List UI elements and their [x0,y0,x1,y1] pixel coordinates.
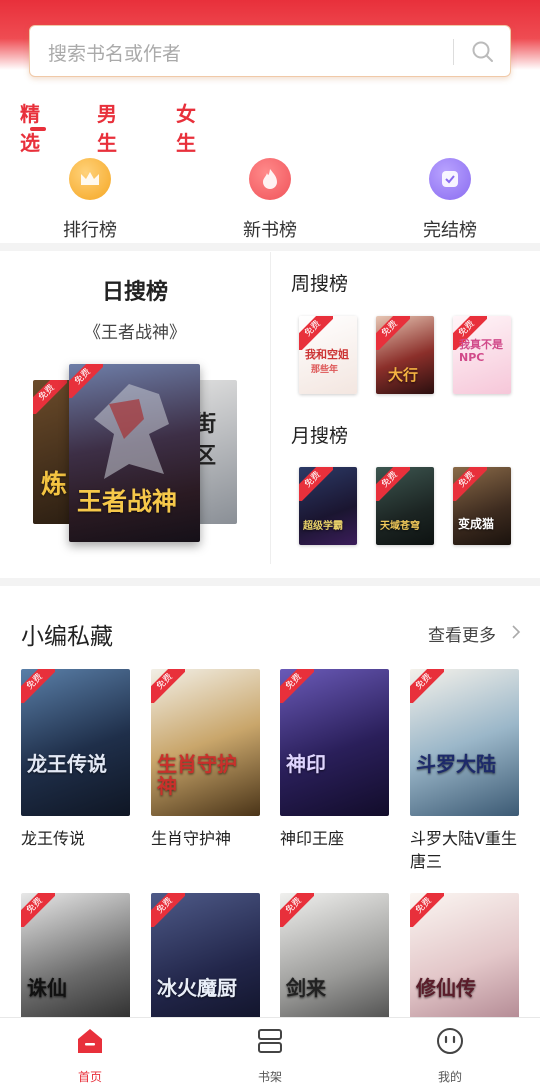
free-badge: 免费 [453,467,487,501]
bookshelf-icon [258,1029,282,1053]
profile-face-icon [437,1028,463,1054]
bottom-navigation: 首页 书架 我的 [0,1017,540,1083]
chevron-right-icon[interactable] [510,624,522,640]
daily-ranking-title[interactable]: 日搜榜 [0,274,270,306]
nav-profile[interactable]: 我的 [410,1026,490,1083]
cover-title-text: 大行 [388,366,419,384]
book-cover[interactable]: 免费神印 [280,669,389,816]
crown-icon [69,158,111,200]
nav-bookshelf[interactable]: 书架 [230,1026,310,1083]
free-badge: 免费 [376,467,410,501]
cover-title-text: 神印 [286,752,326,776]
cover-title-text: 天域苍穹 [380,521,420,532]
editor-picks-title: 小编私藏 [21,624,113,650]
entry-label: 新书榜 [243,220,297,241]
monthly-ranking-title[interactable]: 月搜榜 [291,421,348,448]
section-divider [0,578,540,586]
entry-label: 排行榜 [63,220,117,241]
cover-title-text: 诛仙 [27,976,67,1000]
entry-label: 完结榜 [423,220,477,241]
free-badge: 免费 [151,893,185,927]
daily-top-book-title[interactable]: 《王者战神》 [0,318,270,343]
book-title[interactable]: 斗罗大陆V重生唐三 [410,827,522,873]
finished-books-entry[interactable]: 完结榜 [390,158,510,242]
book-cover[interactable]: 免费 变成猫 [453,467,511,545]
free-badge: 免费 [21,893,55,927]
cover-title-text: 冰火魔厨 [157,976,237,1000]
free-badge-label: 免费 [453,467,487,501]
cover-title-text: 王者战神 [77,487,178,516]
search-icon[interactable] [470,39,496,65]
app-page: 搜索书名或作者 精选 男生 女生 排行榜 新书榜 完结榜 日搜榜 《王者战神》 [0,0,540,1083]
book-title[interactable]: 神印王座 [280,827,392,850]
section-divider [0,243,540,251]
book-cover[interactable]: 免费 超级学霸 [299,467,357,545]
cover-title-text: 超级学霸 [303,521,343,532]
active-tab-indicator [30,127,46,131]
free-badge: 免费 [151,669,185,703]
free-badge: 免费 [280,669,314,703]
free-badge: 免费 [410,669,444,703]
free-badge-label: 免费 [33,380,67,414]
free-badge-label: 免费 [299,316,333,350]
cover-title-text: 龙王传说 [27,752,107,776]
free-badge: 免费 [299,316,333,350]
free-badge-label: 免费 [280,893,314,927]
flame-icon [249,158,291,200]
book-cover[interactable]: 免费斗罗大陆 [410,669,519,816]
nav-bookshelf-label: 书架 [257,1070,282,1083]
daily-search-ranking: 日搜榜 《王者战神》 免费 炼 街区 免费 王者战神 [0,252,270,572]
ranking-divider [270,252,271,564]
cover-title-text: 生肖守护神 [157,752,237,798]
ranking-entry[interactable]: 排行榜 [30,158,150,242]
nav-home-label: 首页 [77,1070,102,1083]
free-badge: 免费 [410,893,444,927]
tab-male[interactable]: 男生 [97,98,117,156]
search-bar[interactable]: 搜索书名或作者 [29,25,511,77]
cover-title-text: 我和空姐 [305,348,349,361]
free-badge-label: 免费 [376,467,410,501]
book-cover[interactable]: 免费生肖守护神 [151,669,260,816]
free-badge-label: 免费 [376,316,410,350]
free-badge-label: 免费 [21,893,55,927]
cover-title-text: 炼 [41,470,68,500]
free-badge: 免费 [21,669,55,703]
home-icon [78,1029,102,1053]
free-badge: 免费 [376,316,410,350]
free-badge-label: 免费 [410,669,444,703]
free-badge-label: 免费 [151,893,185,927]
cover-title-text: 我真不是NPC [459,338,503,364]
tab-female[interactable]: 女生 [176,98,196,156]
search-placeholder[interactable]: 搜索书名或作者 [48,39,181,66]
weekly-ranking-title[interactable]: 周搜榜 [291,269,348,296]
search-divider [453,39,454,65]
free-badge-label: 免费 [151,669,185,703]
book-title[interactable]: 龙王传说 [21,827,133,850]
book-cover[interactable]: 免费龙王传说 [21,669,130,816]
free-badge-label: 免费 [299,467,333,501]
book-cover[interactable]: 免费 天域苍穹 [376,467,434,545]
book-cover[interactable]: 免费 我真不是NPC [453,316,511,394]
cover-title-text: 变成猫 [458,517,495,531]
book-cover[interactable]: 免费 大行 [376,316,434,394]
free-badge: 免费 [33,380,67,414]
book-title[interactable]: 生肖守护神 [151,827,263,850]
nav-profile-label: 我的 [437,1070,462,1083]
view-more-link[interactable]: 查看更多 [428,621,496,646]
free-badge: 免费 [299,467,333,501]
free-badge-label: 免费 [410,893,444,927]
free-badge-label: 免费 [21,669,55,703]
book-cover[interactable]: 免费 我和空姐 那些年 [299,316,357,394]
cover-title-text: 街区 [194,412,217,469]
free-badge: 免费 [280,893,314,927]
cover-title-text: 修仙传 [416,976,476,1000]
new-books-entry[interactable]: 新书榜 [210,158,330,242]
cover-title-text: 剑来 [286,976,326,1000]
book-cover-featured[interactable]: 免费 王者战神 [69,364,200,542]
shield-check-icon [429,158,471,200]
free-badge-label: 免费 [280,669,314,703]
cover-title-text: 斗罗大陆 [416,752,496,776]
cover-subtitle-text: 那些年 [311,365,339,375]
nav-home[interactable]: 首页 [50,1026,130,1083]
